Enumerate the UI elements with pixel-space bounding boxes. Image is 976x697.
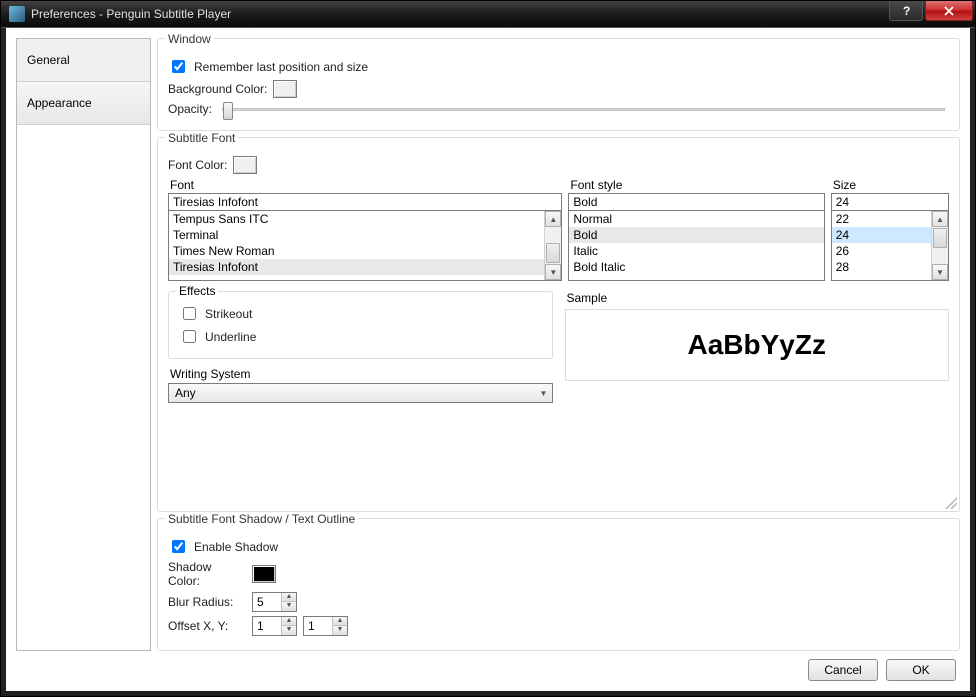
- content-area: Window Remember last position and size B…: [157, 38, 960, 651]
- sample-preview: AaBbYyZz: [565, 309, 950, 381]
- window-group: Window Remember last position and size B…: [157, 38, 960, 131]
- resize-grip-icon[interactable]: [945, 497, 957, 509]
- shadowcolor-label: Shadow Color:: [168, 560, 246, 588]
- writing-system-combo[interactable]: Any ▼: [168, 383, 553, 403]
- size-item[interactable]: 28: [832, 259, 931, 275]
- size-item[interactable]: 22: [832, 211, 931, 227]
- window-group-title: Window: [165, 32, 214, 46]
- svg-text:?: ?: [903, 6, 910, 16]
- strikeout-label: Strikeout: [205, 307, 252, 321]
- opacity-label: Opacity:: [168, 102, 212, 116]
- style-column-label: Font style: [570, 178, 824, 192]
- font-group: Subtitle Font Font Color: Font Tiresias …: [157, 137, 960, 512]
- spin-up-icon[interactable]: ▲: [282, 593, 296, 602]
- app-icon: [9, 6, 25, 22]
- opacity-slider-thumb[interactable]: [223, 102, 233, 120]
- offset-x-spinbox[interactable]: ▲▼: [252, 616, 297, 636]
- shadow-group: Subtitle Font Shadow / Text Outline Enab…: [157, 518, 960, 651]
- underline-checkbox[interactable]: [183, 330, 196, 343]
- font-column-label: Font: [170, 178, 562, 192]
- spin-up-icon[interactable]: ▲: [282, 617, 296, 626]
- titlebar: Preferences - Penguin Subtitle Player ?: [1, 1, 975, 28]
- font-group-title: Subtitle Font: [165, 131, 238, 145]
- cancel-button[interactable]: Cancel: [808, 659, 878, 681]
- offset-y-input[interactable]: [304, 618, 332, 634]
- font-item[interactable]: Tempus Sans ITC: [169, 211, 544, 227]
- sample-title: Sample: [567, 291, 950, 305]
- preferences-window: Preferences - Penguin Subtitle Player ? …: [0, 0, 976, 697]
- offset-x-input[interactable]: [253, 618, 281, 634]
- category-tablist: General Appearance: [16, 38, 151, 651]
- size-item[interactable]: 26: [832, 243, 931, 259]
- bgcolor-swatch[interactable]: [273, 80, 297, 98]
- remember-checkbox[interactable]: [172, 60, 185, 73]
- style-item[interactable]: Bold: [569, 227, 823, 243]
- bgcolor-label: Background Color:: [168, 82, 267, 96]
- opacity-slider[interactable]: [222, 108, 945, 111]
- fontcolor-label: Font Color:: [168, 158, 227, 172]
- ok-button[interactable]: OK: [886, 659, 956, 681]
- effects-group: Effects Strikeout Underline: [168, 291, 553, 359]
- spin-down-icon[interactable]: ▼: [333, 626, 347, 635]
- blur-label: Blur Radius:: [168, 595, 246, 609]
- style-item[interactable]: Bold Italic: [569, 259, 823, 275]
- shadowcolor-swatch[interactable]: [252, 565, 276, 583]
- spin-up-icon[interactable]: ▲: [333, 617, 347, 626]
- offset-y-spinbox[interactable]: ▲▼: [303, 616, 348, 636]
- shadow-group-title: Subtitle Font Shadow / Text Outline: [165, 512, 358, 526]
- tab-general[interactable]: General: [17, 39, 150, 82]
- font-name-input[interactable]: Tiresias Infofont: [168, 193, 562, 211]
- font-style-input[interactable]: Bold: [568, 193, 824, 211]
- scroll-up-icon[interactable]: ▲: [932, 211, 948, 227]
- blur-input[interactable]: [253, 594, 281, 610]
- underline-label: Underline: [205, 330, 256, 344]
- window-title: Preferences - Penguin Subtitle Player: [31, 7, 973, 21]
- font-scrollbar[interactable]: ▲ ▼: [544, 211, 561, 280]
- font-list[interactable]: Tempus Sans ITC Terminal Times New Roman…: [168, 211, 562, 281]
- fontcolor-swatch[interactable]: [233, 156, 257, 174]
- help-button[interactable]: ?: [889, 1, 923, 21]
- font-item[interactable]: Tiresias Infofont: [169, 259, 544, 275]
- offset-label: Offset X, Y:: [168, 619, 246, 633]
- client-area: General Appearance Window Remember last …: [1, 28, 975, 696]
- style-item[interactable]: Italic: [569, 243, 823, 259]
- style-list[interactable]: Normal Bold Italic Bold Italic: [568, 211, 824, 281]
- enable-shadow-checkbox[interactable]: [172, 540, 185, 553]
- effects-title: Effects: [176, 284, 218, 298]
- size-list[interactable]: 22 24 26 28 ▲ ▼: [831, 211, 949, 281]
- scroll-up-icon[interactable]: ▲: [545, 211, 561, 227]
- strikeout-checkbox[interactable]: [183, 307, 196, 320]
- blur-spinbox[interactable]: ▲▼: [252, 592, 297, 612]
- writing-system-value: Any: [169, 386, 536, 400]
- scroll-down-icon[interactable]: ▼: [932, 264, 948, 280]
- font-item[interactable]: Terminal: [169, 227, 544, 243]
- writing-system-label: Writing System: [170, 367, 553, 381]
- close-button[interactable]: [925, 1, 973, 21]
- spin-down-icon[interactable]: ▼: [282, 602, 296, 611]
- chevron-down-icon: ▼: [536, 389, 552, 398]
- size-column-label: Size: [833, 178, 949, 192]
- spin-down-icon[interactable]: ▼: [282, 626, 296, 635]
- font-size-input[interactable]: 24: [831, 193, 949, 211]
- size-item[interactable]: 24: [832, 227, 931, 243]
- remember-label: Remember last position and size: [194, 60, 368, 74]
- enable-shadow-label: Enable Shadow: [194, 540, 278, 554]
- dialog-buttons: Cancel OK: [16, 651, 960, 681]
- scroll-thumb[interactable]: [933, 228, 947, 248]
- scroll-thumb[interactable]: [546, 243, 560, 263]
- tab-appearance[interactable]: Appearance: [17, 82, 150, 125]
- scroll-down-icon[interactable]: ▼: [545, 264, 561, 280]
- size-scrollbar[interactable]: ▲ ▼: [931, 211, 948, 280]
- font-item[interactable]: Times New Roman: [169, 243, 544, 259]
- font-picker: Font Tiresias Infofont Tempus Sans ITC T…: [168, 178, 949, 281]
- style-item[interactable]: Normal: [569, 211, 823, 227]
